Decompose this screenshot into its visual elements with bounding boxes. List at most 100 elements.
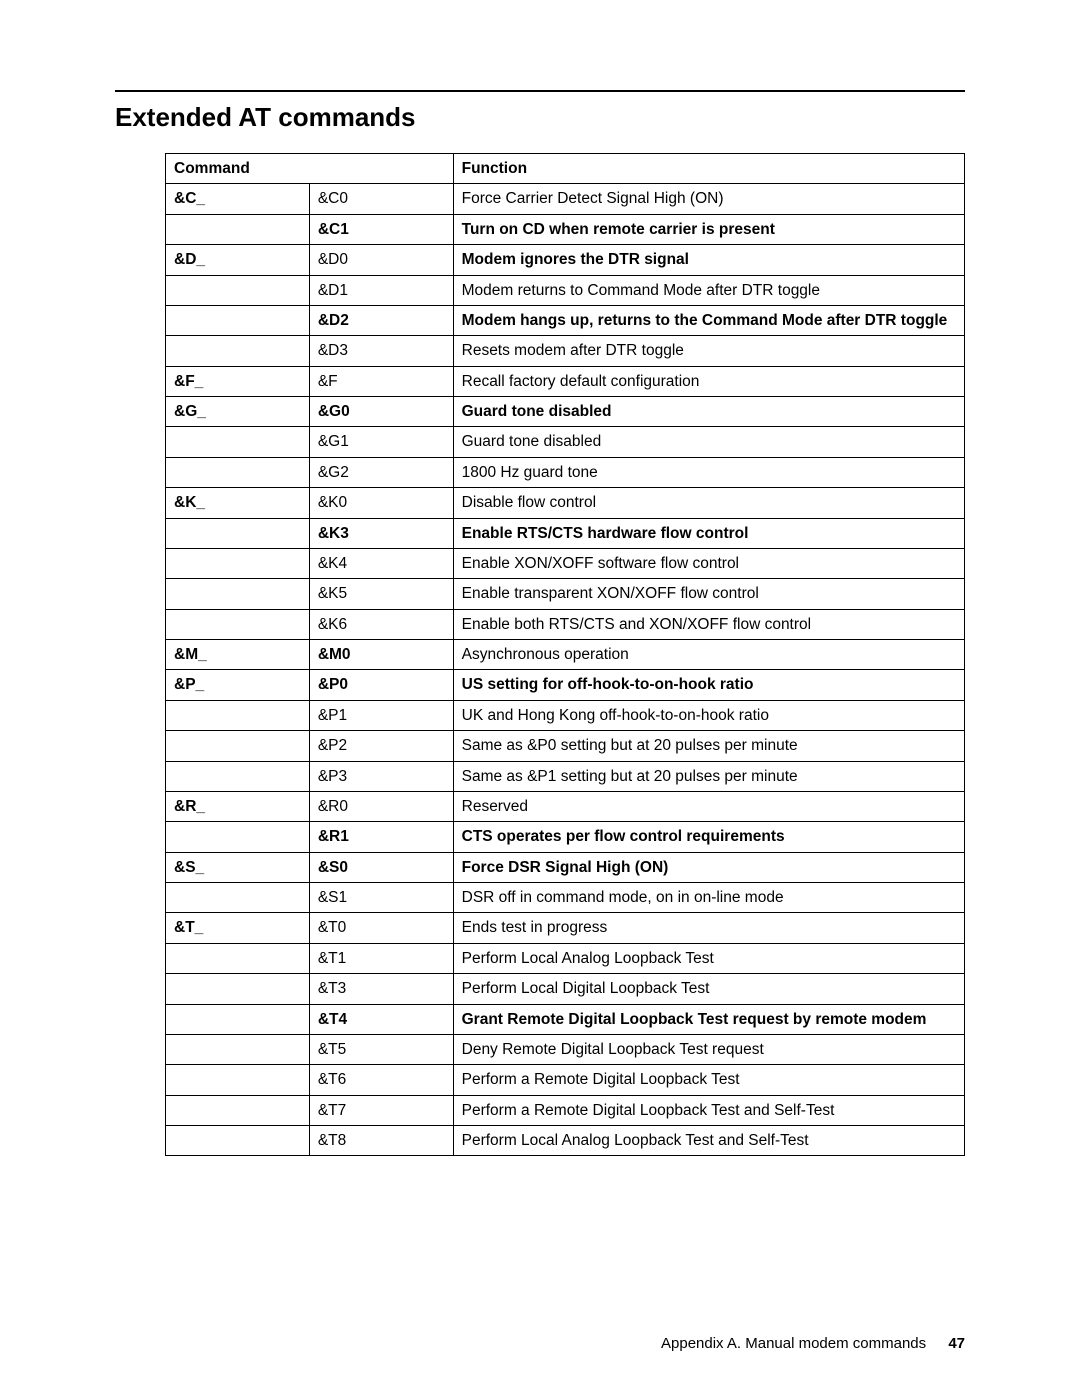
- cell-command-code: &D3: [309, 336, 453, 366]
- table-row: &K3Enable RTS/CTS hardware flow control: [166, 518, 965, 548]
- cell-command-group: [166, 214, 310, 244]
- cell-command-code: &P2: [309, 731, 453, 761]
- table-row: &K_&K0Disable flow control: [166, 488, 965, 518]
- cell-command-code: &S1: [309, 883, 453, 913]
- page-title: Extended AT commands: [115, 102, 965, 133]
- table-row: &D_&D0Modem ignores the DTR signal: [166, 245, 965, 275]
- cell-command-code: &T5: [309, 1034, 453, 1064]
- cell-command-code: &G1: [309, 427, 453, 457]
- cell-command-code: &G0: [309, 397, 453, 427]
- table-row: &C_&C0Force Carrier Detect Signal High (…: [166, 184, 965, 214]
- cell-function: DSR off in command mode, on in on-line m…: [453, 883, 964, 913]
- cell-command-group: &T_: [166, 913, 310, 943]
- cell-command-code: &K3: [309, 518, 453, 548]
- table-body: &C_&C0Force Carrier Detect Signal High (…: [166, 184, 965, 1156]
- document-page: Extended AT commands Command Function &C…: [0, 0, 1080, 1397]
- cell-command-code: &D0: [309, 245, 453, 275]
- cell-command-group: &M_: [166, 640, 310, 670]
- cell-command-code: &K5: [309, 579, 453, 609]
- cell-command-group: [166, 731, 310, 761]
- commands-table: Command Function &C_&C0Force Carrier Det…: [165, 153, 965, 1156]
- cell-command-group: &S_: [166, 852, 310, 882]
- cell-function: UK and Hong Kong off-hook-to-on-hook rat…: [453, 700, 964, 730]
- cell-function: Deny Remote Digital Loopback Test reques…: [453, 1034, 964, 1064]
- page-footer: Appendix A. Manual modem commands 47: [661, 1335, 965, 1352]
- cell-function: Enable both RTS/CTS and XON/XOFF flow co…: [453, 609, 964, 639]
- header-command: Command: [166, 154, 454, 184]
- cell-function: CTS operates per flow control requiremen…: [453, 822, 964, 852]
- cell-command-code: &D1: [309, 275, 453, 305]
- cell-function: 1800 Hz guard tone: [453, 457, 964, 487]
- cell-command-group: &F_: [166, 366, 310, 396]
- cell-function: Modem ignores the DTR signal: [453, 245, 964, 275]
- table-row: &D1Modem returns to Command Mode after D…: [166, 275, 965, 305]
- table-row: &T3Perform Local Digital Loopback Test: [166, 974, 965, 1004]
- cell-command-group: [166, 579, 310, 609]
- cell-function: Asynchronous operation: [453, 640, 964, 670]
- cell-function: Same as &P1 setting but at 20 pulses per…: [453, 761, 964, 791]
- cell-command-code: &P0: [309, 670, 453, 700]
- horizontal-rule: [115, 90, 965, 92]
- cell-command-group: [166, 1004, 310, 1034]
- cell-function: Grant Remote Digital Loopback Test reque…: [453, 1004, 964, 1034]
- table-row: &T6Perform a Remote Digital Loopback Tes…: [166, 1065, 965, 1095]
- cell-function: Perform Local Analog Loopback Test: [453, 943, 964, 973]
- cell-command-code: &T6: [309, 1065, 453, 1095]
- cell-command-code: &R1: [309, 822, 453, 852]
- table-row: &R_&R0Reserved: [166, 791, 965, 821]
- cell-command-group: [166, 457, 310, 487]
- cell-command-code: &R0: [309, 791, 453, 821]
- cell-command-group: [166, 427, 310, 457]
- cell-function: Force DSR Signal High (ON): [453, 852, 964, 882]
- cell-function: US setting for off-hook-to-on-hook ratio: [453, 670, 964, 700]
- cell-function: Guard tone disabled: [453, 427, 964, 457]
- cell-command-group: [166, 974, 310, 1004]
- table-header-row: Command Function: [166, 154, 965, 184]
- cell-command-group: [166, 1095, 310, 1125]
- cell-command-group: [166, 275, 310, 305]
- table-row: &F_&FRecall factory default configuratio…: [166, 366, 965, 396]
- cell-function: Perform a Remote Digital Loopback Test a…: [453, 1095, 964, 1125]
- cell-function: Perform Local Digital Loopback Test: [453, 974, 964, 1004]
- table-row: &P3Same as &P1 setting but at 20 pulses …: [166, 761, 965, 791]
- table-row: &C1Turn on CD when remote carrier is pre…: [166, 214, 965, 244]
- cell-function: Enable XON/XOFF software flow control: [453, 548, 964, 578]
- cell-command-group: &P_: [166, 670, 310, 700]
- cell-command-code: &G2: [309, 457, 453, 487]
- cell-command-group: [166, 1065, 310, 1095]
- table-row: &T7Perform a Remote Digital Loopback Tes…: [166, 1095, 965, 1125]
- cell-command-code: &T4: [309, 1004, 453, 1034]
- table-row: &R1CTS operates per flow control require…: [166, 822, 965, 852]
- cell-command-group: [166, 761, 310, 791]
- cell-function: Modem hangs up, returns to the Command M…: [453, 305, 964, 335]
- header-function: Function: [453, 154, 964, 184]
- table-row: &T_&T0Ends test in progress: [166, 913, 965, 943]
- cell-function: Recall factory default configuration: [453, 366, 964, 396]
- cell-command-group: [166, 305, 310, 335]
- cell-command-code: &M0: [309, 640, 453, 670]
- cell-command-code: &F: [309, 366, 453, 396]
- cell-command-code: &T0: [309, 913, 453, 943]
- table-row: &T4Grant Remote Digital Loopback Test re…: [166, 1004, 965, 1034]
- cell-command-group: [166, 943, 310, 973]
- cell-command-code: &C1: [309, 214, 453, 244]
- cell-command-group: [166, 518, 310, 548]
- cell-command-code: &K4: [309, 548, 453, 578]
- cell-command-group: &G_: [166, 397, 310, 427]
- cell-function: Perform a Remote Digital Loopback Test: [453, 1065, 964, 1095]
- footer-page-number: 47: [948, 1335, 965, 1352]
- table-row: &K6Enable both RTS/CTS and XON/XOFF flow…: [166, 609, 965, 639]
- cell-command-code: &S0: [309, 852, 453, 882]
- cell-function: Force Carrier Detect Signal High (ON): [453, 184, 964, 214]
- cell-command-code: &T1: [309, 943, 453, 973]
- footer-appendix: Appendix A. Manual modem commands: [661, 1335, 926, 1352]
- cell-function: Same as &P0 setting but at 20 pulses per…: [453, 731, 964, 761]
- table-row: &D3Resets modem after DTR toggle: [166, 336, 965, 366]
- cell-command-group: &K_: [166, 488, 310, 518]
- cell-function: Enable transparent XON/XOFF flow control: [453, 579, 964, 609]
- cell-command-code: &T8: [309, 1126, 453, 1156]
- cell-command-group: [166, 609, 310, 639]
- cell-function: Reserved: [453, 791, 964, 821]
- cell-command-group: [166, 1126, 310, 1156]
- table-row: &T5Deny Remote Digital Loopback Test req…: [166, 1034, 965, 1064]
